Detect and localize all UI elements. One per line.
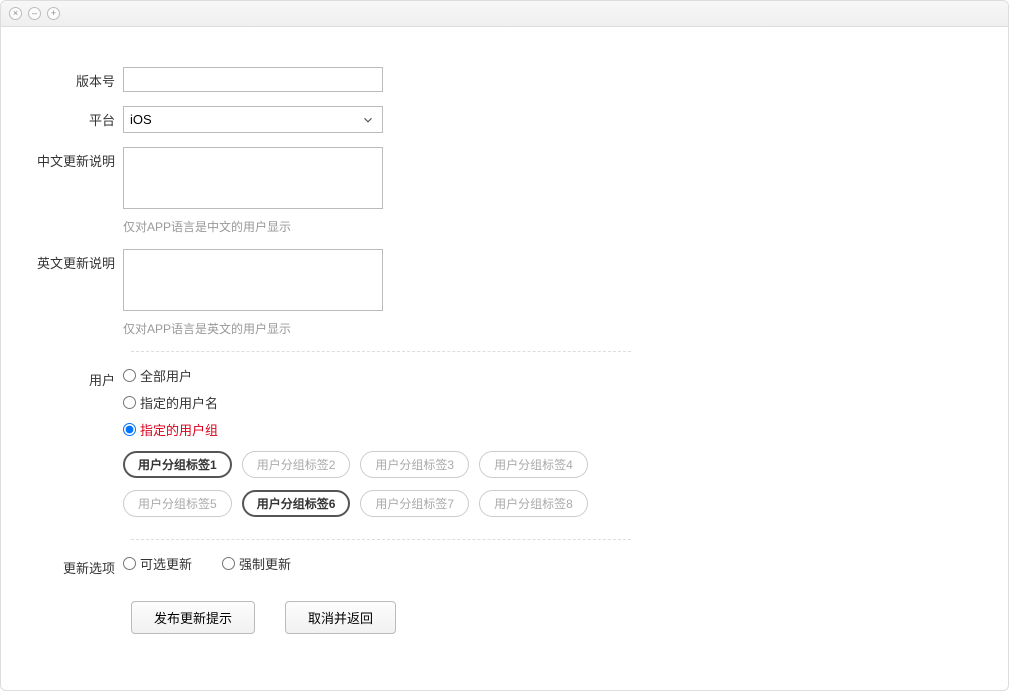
window: × – + 版本号 平台 iOS <box>0 0 1009 691</box>
row-user: 用户 全部用户 指定的用户名 指定的用户组 <box>31 366 978 525</box>
platform-label: 平台 <box>31 106 123 129</box>
update-force-label: 强制更新 <box>239 554 291 573</box>
form-content: 版本号 平台 iOS 中文更新说明 <box>1 27 1008 664</box>
button-row: 发布更新提示 取消并返回 <box>131 601 978 634</box>
user-radio-bygroup[interactable]: 指定的用户组 <box>123 420 588 439</box>
close-button[interactable]: × <box>9 7 22 20</box>
en-desc-textarea[interactable] <box>123 249 383 311</box>
user-radio-all[interactable]: 全部用户 <box>123 366 588 385</box>
zoom-button[interactable]: + <box>47 7 60 20</box>
update-optional-label: 可选更新 <box>140 554 192 573</box>
group-tag-5[interactable]: 用户分组标签5 <box>123 490 232 517</box>
row-platform: 平台 iOS <box>31 106 978 133</box>
group-tag-7[interactable]: 用户分组标签7 <box>360 490 469 517</box>
version-label: 版本号 <box>31 67 123 90</box>
user-radio-byname-label: 指定的用户名 <box>140 393 218 412</box>
user-radio-bygroup-input[interactable] <box>123 423 136 436</box>
version-input[interactable] <box>123 67 383 92</box>
group-tags-row-2: 用户分组标签5 用户分组标签6 用户分组标签7 用户分组标签8 <box>123 490 588 517</box>
user-label: 用户 <box>31 366 123 389</box>
titlebar: × – + <box>1 1 1008 27</box>
cn-desc-label: 中文更新说明 <box>31 147 123 170</box>
cn-desc-textarea[interactable] <box>123 147 383 209</box>
user-radio-all-label: 全部用户 <box>140 366 192 385</box>
group-tags-row-1: 用户分组标签1 用户分组标签2 用户分组标签3 用户分组标签4 <box>123 451 588 478</box>
group-tag-6[interactable]: 用户分组标签6 <box>242 490 351 517</box>
cancel-button[interactable]: 取消并返回 <box>285 601 396 634</box>
row-version: 版本号 <box>31 67 978 92</box>
group-tag-2[interactable]: 用户分组标签2 <box>242 451 351 478</box>
user-radio-bygroup-label: 指定的用户组 <box>140 420 218 439</box>
en-desc-hint: 仅对APP语言是英文的用户显示 <box>123 320 383 337</box>
row-update-option: 更新选项 可选更新 强制更新 <box>31 554 978 577</box>
row-cn-desc: 中文更新说明 仅对APP语言是中文的用户显示 <box>31 147 978 235</box>
platform-select[interactable]: iOS <box>123 106 383 133</box>
update-force[interactable]: 强制更新 <box>222 554 291 573</box>
update-optional[interactable]: 可选更新 <box>123 554 192 573</box>
divider <box>131 351 631 352</box>
group-tag-4[interactable]: 用户分组标签4 <box>479 451 588 478</box>
user-radio-list: 全部用户 指定的用户名 指定的用户组 <box>123 366 588 439</box>
user-radio-byname-input[interactable] <box>123 396 136 409</box>
update-optional-input[interactable] <box>123 557 136 570</box>
row-en-desc: 英文更新说明 仅对APP语言是英文的用户显示 <box>31 249 978 337</box>
cn-desc-hint: 仅对APP语言是中文的用户显示 <box>123 218 383 235</box>
user-radio-all-input[interactable] <box>123 369 136 382</box>
group-tag-8[interactable]: 用户分组标签8 <box>479 490 588 517</box>
group-tag-1[interactable]: 用户分组标签1 <box>123 451 232 478</box>
update-force-input[interactable] <box>222 557 235 570</box>
update-option-label: 更新选项 <box>31 554 123 577</box>
submit-button[interactable]: 发布更新提示 <box>131 601 255 634</box>
minimize-button[interactable]: – <box>28 7 41 20</box>
en-desc-label: 英文更新说明 <box>31 249 123 272</box>
user-radio-byname[interactable]: 指定的用户名 <box>123 393 588 412</box>
update-option-radios: 可选更新 强制更新 <box>123 554 291 573</box>
divider <box>131 539 631 540</box>
group-tag-3[interactable]: 用户分组标签3 <box>360 451 469 478</box>
